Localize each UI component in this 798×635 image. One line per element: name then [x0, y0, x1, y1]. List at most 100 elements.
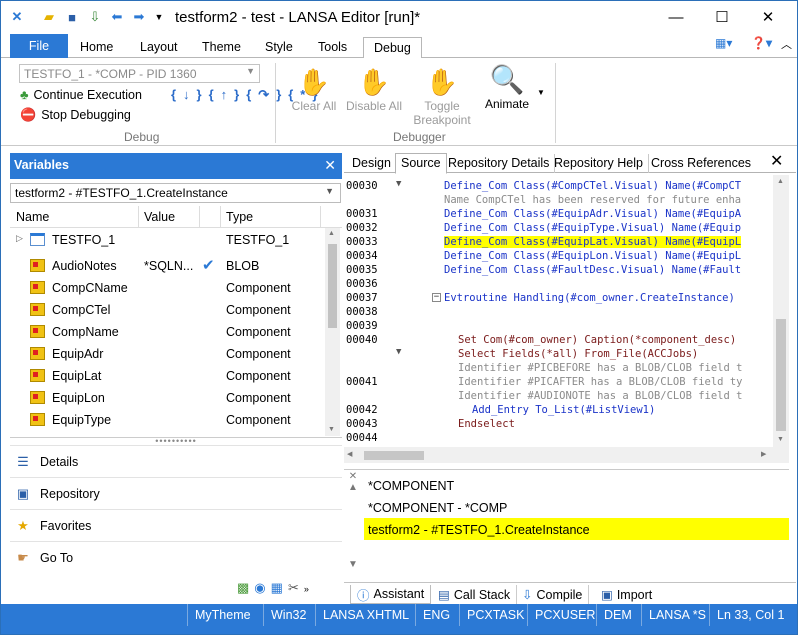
- tab-theme[interactable]: Theme: [192, 37, 251, 58]
- nav-details[interactable]: ☰ Details: [10, 445, 342, 477]
- tab-repository-details[interactable]: Repository Details: [443, 154, 556, 173]
- fold-arrow-icon[interactable]: ▼: [396, 179, 401, 189]
- code-line[interactable]: Identifier #AUDIONOTE has a BLOB/CLOB fi…: [344, 389, 772, 403]
- scroll-up-icon[interactable]: ▲: [328, 230, 335, 237]
- toggle-breakpoint-button[interactable]: ✋ Toggle Breakpoint: [411, 65, 473, 127]
- code-line[interactable]: 00040 Set Com(#com_owner) Caption(*compon…: [344, 333, 772, 347]
- help-green-icon[interactable]: ▩: [237, 580, 254, 595]
- tab-file[interactable]: File: [10, 34, 68, 58]
- variable-row[interactable]: EquipType Component: [10, 409, 326, 431]
- scroll-down-icon[interactable]: ▼: [777, 436, 784, 443]
- scroll-up-icon[interactable]: ▲: [777, 178, 784, 185]
- code-line[interactable]: 00041 Identifier #PICAFTER has a BLOB/CLO…: [344, 375, 772, 389]
- back-arrow-icon[interactable]: ⬅: [109, 9, 125, 25]
- column-value[interactable]: Value: [144, 210, 175, 224]
- more-icon[interactable]: »: [304, 584, 314, 594]
- collapse-box-icon[interactable]: −: [432, 293, 441, 302]
- variable-name: EquipLon: [52, 391, 105, 405]
- code-line[interactable]: 00034 Define_Com Class(#EquipLon.Visual) …: [344, 249, 772, 263]
- code-line[interactable]: 00038: [344, 305, 772, 319]
- nav-favorites[interactable]: ★ Favorites: [10, 509, 342, 541]
- disable-all-button[interactable]: ✋ Disable All: [343, 65, 405, 113]
- panel-splitter[interactable]: ••••••••••: [10, 437, 342, 446]
- variable-row[interactable]: ▷ TESTFO_1 TESTFO_1: [10, 229, 326, 251]
- process-select[interactable]: TESTFO_1 - *COMP - PID 1360 ▼: [19, 64, 260, 83]
- code-line[interactable]: 00044: [344, 431, 772, 445]
- close-window-button[interactable]: ✕: [745, 3, 791, 31]
- assistant-item[interactable]: *COMPONENT: [364, 474, 789, 496]
- code-line[interactable]: ▼ Select Fields(*all) From_File(ACCJobs): [344, 347, 772, 361]
- nav-goto[interactable]: ☛ Go To: [10, 541, 342, 573]
- variable-row[interactable]: EquipLat Component: [10, 365, 326, 387]
- stop-debugging-button[interactable]: ⛔ Stop Debugging: [20, 107, 131, 123]
- expand-icon[interactable]: ▷: [16, 233, 23, 244]
- scroll-down-icon[interactable]: ▼: [328, 426, 335, 433]
- assistant-item[interactable]: *COMPONENT - *COMP: [364, 496, 789, 518]
- clear-all-button[interactable]: ✋ Clear All: [289, 65, 339, 113]
- maximize-button[interactable]: ☐: [699, 3, 745, 31]
- forward-arrow-icon[interactable]: ➡: [131, 9, 147, 25]
- code-line[interactable]: 00035 Define_Com Class(#FaultDesc.Visual)…: [344, 263, 772, 277]
- code-line[interactable]: 00032 Define_Com Class(#EquipType.Visual)…: [344, 221, 772, 235]
- source-code-editor[interactable]: 00030 ▼ Define_Com Class(#CompCTel.Visual)…: [344, 175, 772, 447]
- code-line[interactable]: 00037 − Evtroutine Handling(#com_owner.Cre…: [344, 291, 772, 305]
- minimize-button[interactable]: —: [653, 3, 699, 31]
- tab-call-stack[interactable]: ▤ Call Stack: [432, 585, 518, 604]
- column-name[interactable]: Name: [16, 210, 49, 224]
- code-line[interactable]: 00039: [344, 319, 772, 333]
- tab-tools[interactable]: Tools: [308, 37, 357, 58]
- close-icon[interactable]: ✕: [770, 151, 783, 171]
- download-icon[interactable]: ⇩: [87, 9, 103, 25]
- column-type[interactable]: Type: [226, 210, 253, 224]
- variables-scope-select[interactable]: testform2 - #TESTFO_1.CreateInstance ▼: [10, 183, 341, 203]
- tools-icon[interactable]: ✂: [288, 580, 304, 595]
- code-line[interactable]: 00042 Add_Entry To_List(#ListView1): [344, 403, 772, 417]
- animate-dropdown-icon[interactable]: ▼: [537, 88, 545, 97]
- continue-execution-button[interactable]: ♣ Continue Execution: [20, 87, 142, 102]
- code-line[interactable]: 00043 Endselect: [344, 417, 772, 431]
- fold-arrow-icon[interactable]: ▼: [396, 347, 401, 357]
- tab-layout[interactable]: Layout: [130, 37, 188, 58]
- variable-row[interactable]: CompName Component: [10, 321, 326, 343]
- tab-import[interactable]: ▣ Import: [595, 585, 658, 604]
- assistant-scrollbar[interactable]: ✕ ▲ ▼: [344, 471, 362, 579]
- code-line[interactable]: 00030 ▼ Define_Com Class(#CompCTel.Visual)…: [344, 179, 772, 193]
- code-line[interactable]: 00031 Define_Com Class(#EquipAdr.Visual) …: [344, 207, 772, 221]
- collapse-ribbon-icon[interactable]: ︿: [781, 36, 792, 52]
- nav-repository[interactable]: ▣ Repository: [10, 477, 342, 509]
- code-vertical-thumb[interactable]: [776, 319, 786, 431]
- tab-source[interactable]: Source: [395, 153, 447, 174]
- code-line[interactable]: 00033 Define_Com Class(#EquipLat.Visual) …: [344, 235, 772, 249]
- help-icon[interactable]: ❓▾: [751, 36, 772, 50]
- tab-debug[interactable]: Debug: [363, 37, 422, 59]
- code-horizontal-thumb[interactable]: [364, 451, 424, 460]
- tab-style[interactable]: Style: [255, 37, 303, 58]
- grid-icon[interactable]: ▦: [271, 580, 288, 595]
- variable-row[interactable]: AudioNotes *SQLN... ✔ BLOB: [10, 255, 326, 277]
- animate-button[interactable]: 🔍 Animate: [479, 63, 535, 112]
- close-icon[interactable]: ✕: [324, 157, 336, 174]
- tab-assistant[interactable]: ⓘ Assistant: [350, 585, 432, 604]
- ribbon-divider: [275, 63, 276, 143]
- tab-compile[interactable]: ⇩ Compile: [516, 585, 590, 604]
- open-folder-icon[interactable]: ▰: [41, 9, 57, 25]
- tab-repository-help[interactable]: Repository Help: [549, 154, 649, 173]
- variable-row[interactable]: EquipLon Component: [10, 387, 326, 409]
- assistant-item-selected[interactable]: testform2 - #TESTFO_1.CreateInstance: [364, 518, 789, 540]
- variable-row[interactable]: CompCTel Component: [10, 299, 326, 321]
- tab-home[interactable]: Home: [70, 37, 123, 58]
- variable-row[interactable]: CompCName Component: [10, 277, 326, 299]
- tab-cross-references[interactable]: Cross References: [646, 154, 756, 173]
- save-icon[interactable]: ■: [64, 9, 80, 25]
- ribbon-options-icon[interactable]: ▦▾: [715, 36, 732, 50]
- code-line[interactable]: Identifier #PICBEFORE has a BLOB/CLOB fi…: [344, 361, 772, 375]
- scroll-right-icon[interactable]: ▶: [761, 450, 766, 458]
- customize-toolbar-icon[interactable]: ▼: [151, 9, 167, 25]
- globe-icon[interactable]: ◉: [254, 580, 270, 595]
- code-line[interactable]: Name CompCTel has been reserved for futu…: [344, 193, 772, 207]
- scroll-left-icon[interactable]: ◀: [347, 450, 352, 458]
- code-line[interactable]: 00036: [344, 277, 772, 291]
- tab-design[interactable]: Design: [347, 154, 397, 173]
- variables-scroll-thumb[interactable]: [328, 244, 337, 328]
- variable-row[interactable]: EquipAdr Component: [10, 343, 326, 365]
